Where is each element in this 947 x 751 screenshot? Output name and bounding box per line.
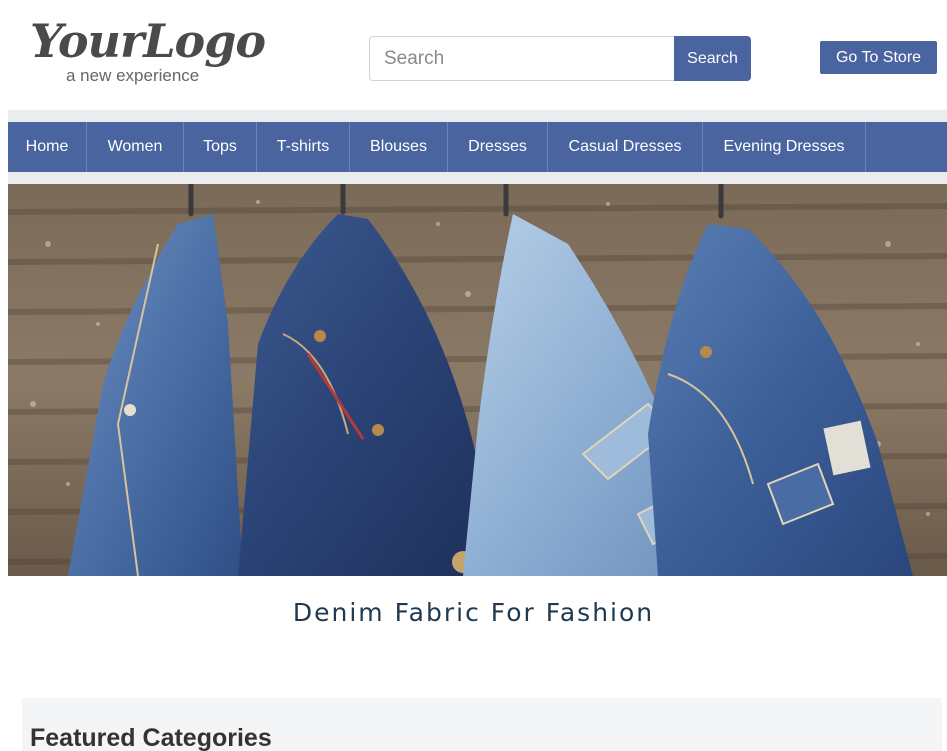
nav-item-evening-dresses[interactable]: Evening Dresses	[703, 122, 866, 172]
logo-wordmark: YourLogo	[30, 14, 266, 68]
nav-item-t-shirts[interactable]: T-shirts	[257, 122, 350, 172]
main-nav: Home Women Tops T-shirts Blouses Dresses…	[8, 122, 947, 172]
hero-banner	[8, 184, 947, 576]
hero-tagline: Denim Fabric For Fashion	[292, 598, 655, 627]
search-button[interactable]: Search	[674, 36, 751, 81]
site-logo[interactable]: YourLogo a new experience	[30, 14, 290, 90]
search-input[interactable]	[369, 36, 675, 81]
nav-item-blouses[interactable]: Blouses	[350, 122, 448, 172]
featured-categories-heading: Featured Categories	[30, 724, 272, 751]
nav-item-casual-dresses[interactable]: Casual Dresses	[548, 122, 703, 172]
featured-section: Featured Categories	[22, 698, 942, 751]
nav-item-dresses[interactable]: Dresses	[448, 122, 548, 172]
nav-item-home[interactable]: Home	[8, 122, 87, 172]
nav-item-tops[interactable]: Tops	[184, 122, 257, 172]
go-to-store-button[interactable]: Go To Store	[820, 41, 937, 74]
logo-tagline: a new experience	[66, 66, 200, 85]
nav-item-women[interactable]: Women	[87, 122, 184, 172]
